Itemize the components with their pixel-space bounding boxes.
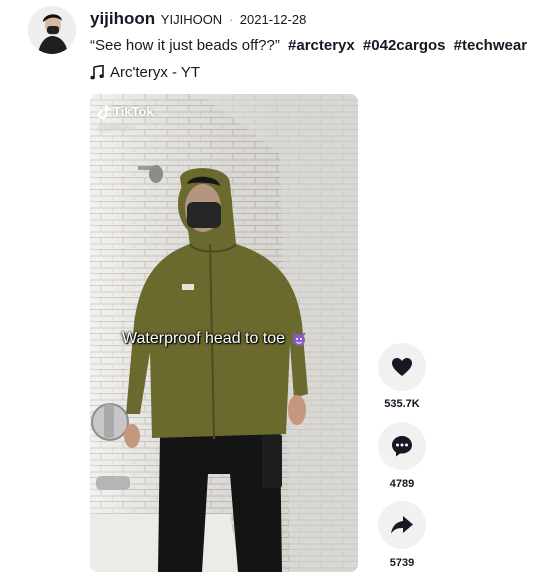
like-count: 535.7K [384,398,420,410]
caption: “See how it just beads off??” #arcteryx … [90,37,527,54]
comment-button[interactable] [378,422,426,470]
comment-icon [392,436,412,457]
video-player[interactable]: TikTok @yijihoon Waterproof head to toe [90,94,358,572]
nickname[interactable]: YIJIHOON [161,12,222,27]
share-icon [391,516,413,534]
avatar[interactable] [28,6,76,54]
caption-text: “See how it just beads off??” [90,37,280,54]
hashtag-link[interactable]: #042cargos [363,37,446,54]
share-button[interactable] [378,501,426,549]
overlay-caption-text: Waterproof head to toe [122,330,286,347]
music-link[interactable]: Arc'teryx - YT [90,64,200,81]
heart-icon [392,358,412,376]
video-overlay-caption: Waterproof head to toe [122,330,307,348]
watermark-brand: TikTok [113,104,154,119]
hashtag-link[interactable]: #arcteryx [288,37,355,54]
username[interactable]: yijihoon [90,9,155,28]
post-header: yijihoon YIJIHOON · 2021-12-28 [90,9,306,29]
devil-emoji-icon [292,332,306,346]
avatar-image [28,6,76,54]
like-button[interactable] [378,343,426,391]
post-date: 2021-12-28 [239,12,307,27]
tiktok-watermark: TikTok [98,104,154,119]
watermark-username: @yijihoon [98,123,134,132]
music-note-icon [90,65,104,80]
separator: · [228,12,234,27]
tiktok-logo-icon [98,104,110,119]
music-title: Arc'teryx - YT [110,64,201,81]
hashtag-link[interactable]: #techwear [454,37,527,54]
comment-count: 4789 [389,478,415,490]
share-count: 5739 [389,557,415,569]
